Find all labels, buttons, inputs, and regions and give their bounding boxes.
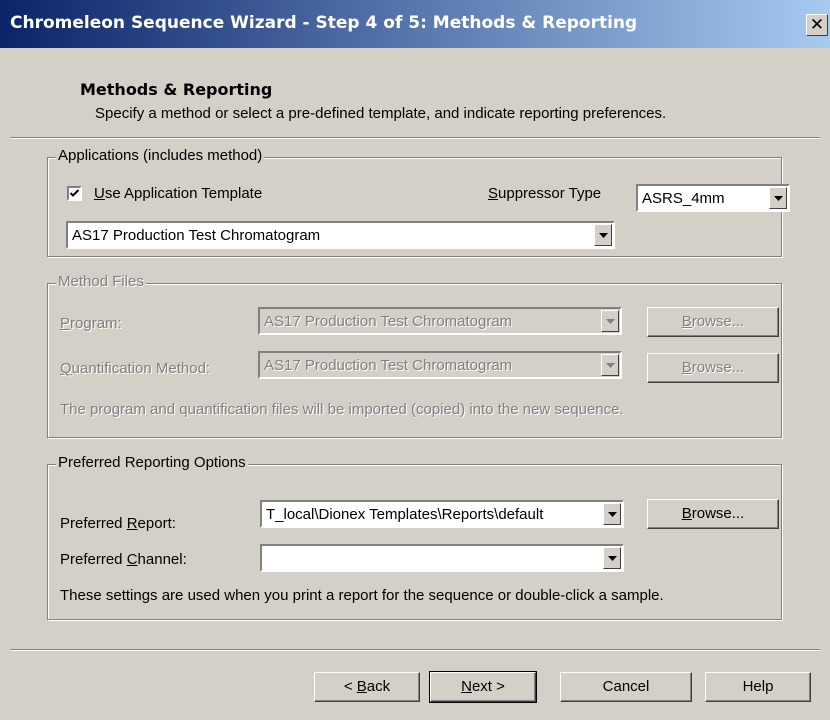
suppressor-type-label: Suppressor Type	[488, 185, 602, 202]
reporting-note: These settings are used when you print a…	[60, 587, 664, 604]
preferred-channel-select[interactable]	[260, 544, 624, 572]
preferred-report-value: T_local\Dionex Templates\Reports\default	[266, 506, 544, 523]
cancel-button[interactable]: Cancel	[560, 672, 692, 702]
use-template-label[interactable]: Use Application Template	[94, 185, 262, 202]
quantification-method-select[interactable]: AS17 Production Test Chromatogram	[258, 351, 622, 379]
dropdown-arrow-icon[interactable]	[603, 547, 621, 569]
page-title: Methods & Reporting	[80, 80, 273, 99]
application-template-select[interactable]: AS17 Production Test Chromatogram	[66, 221, 615, 249]
next-button[interactable]: Next >	[429, 671, 537, 703]
title-bar: Chromeleon Sequence Wizard - Step 4 of 5…	[0, 0, 830, 48]
close-button[interactable]: ✕	[806, 14, 828, 36]
preferred-report-label: Preferred Report:	[60, 515, 176, 532]
quantification-browse-button[interactable]: Browse...	[647, 353, 779, 383]
quantification-method-value: AS17 Production Test Chromatogram	[264, 357, 513, 374]
suppressor-type-value: ASRS_4mm	[642, 190, 725, 207]
application-template-value: AS17 Production Test Chromatogram	[72, 227, 321, 244]
dropdown-arrow-icon[interactable]	[603, 503, 621, 525]
page-subtitle: Specify a method or select a pre-defined…	[95, 105, 667, 122]
preferred-report-select[interactable]: T_local\Dionex Templates\Reports\default	[260, 500, 624, 528]
back-button[interactable]: < Back	[314, 672, 420, 702]
reporting-options-legend: Preferred Reporting Options	[56, 454, 248, 471]
method-files-note: The program and quantification files wil…	[60, 401, 624, 418]
window-title: Chromeleon Sequence Wizard - Step 4 of 5…	[10, 13, 638, 33]
close-icon: ✕	[809, 15, 825, 35]
checkmark-icon	[69, 189, 80, 197]
dropdown-arrow-icon[interactable]	[601, 354, 619, 376]
method-files-legend: Method Files	[56, 273, 146, 290]
report-browse-button[interactable]: Browse...	[647, 499, 779, 529]
use-template-checkbox[interactable]	[67, 186, 82, 201]
help-button[interactable]: Help	[705, 672, 811, 702]
quantification-method-label: Quantification Method:	[60, 360, 211, 377]
header-separator	[10, 137, 820, 139]
program-select[interactable]: AS17 Production Test Chromatogram	[258, 307, 622, 335]
dropdown-arrow-icon[interactable]	[601, 310, 619, 332]
suppressor-type-select[interactable]: ASRS_4mm	[636, 184, 790, 212]
program-value: AS17 Production Test Chromatogram	[264, 313, 513, 330]
program-browse-button[interactable]: Browse...	[647, 307, 779, 337]
dropdown-arrow-icon[interactable]	[769, 187, 787, 209]
applications-legend: Applications (includes method)	[56, 147, 265, 164]
footer-separator	[10, 649, 820, 651]
preferred-channel-label: Preferred Channel:	[60, 551, 187, 568]
program-label: Program:	[60, 315, 122, 332]
dropdown-arrow-icon[interactable]	[594, 224, 612, 246]
